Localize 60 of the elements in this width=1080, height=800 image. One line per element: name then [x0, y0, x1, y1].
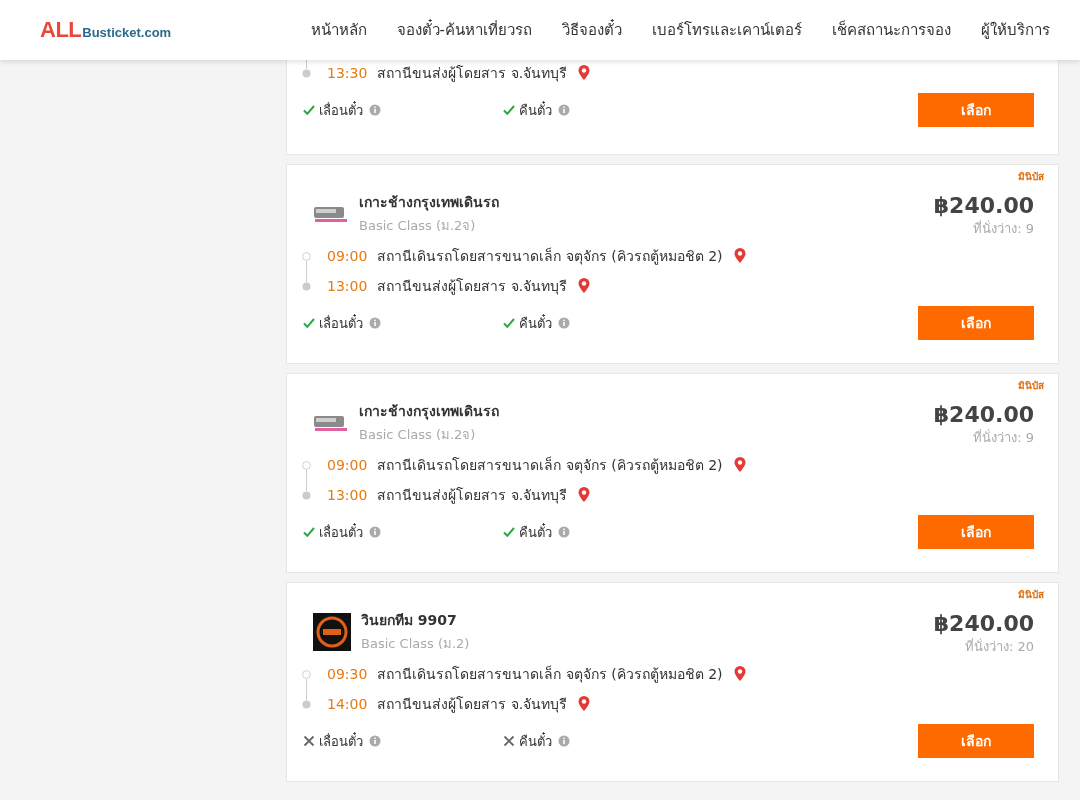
feature-label: คืนตั๋ว — [519, 731, 552, 751]
stop-place: สถานีขนส่งผู้โดยสาร จ.จันทบุรี — [377, 486, 568, 506]
bus-type-label: มินิบัส — [1018, 170, 1044, 184]
site-logo[interactable]: ALLBusticket.com — [40, 17, 172, 43]
operator-name: วินยกทีม 9907 — [361, 611, 458, 630]
feature-label: เลื่อนตั๋ว — [319, 100, 363, 120]
feature-label: คืนตั๋ว — [519, 313, 552, 333]
bus-class: Basic Class (ม.2) — [361, 635, 470, 653]
operator-name: เกาะช้างกรุงเทพเดินรถ — [359, 193, 499, 213]
seats-available: ที่นั่งว่าง: 9 — [973, 428, 1034, 447]
map-pin-icon[interactable] — [577, 277, 592, 295]
map-pin-icon[interactable] — [732, 665, 747, 683]
stop-time: 13:30 — [327, 65, 368, 81]
bus-type-label: มินิบัส — [1018, 588, 1044, 602]
info-icon[interactable] — [558, 735, 570, 747]
bus-class: Basic Class (ม.2จ) — [359, 426, 477, 444]
operator-name: เกาะช้างกรุงเทพเดินรถ — [359, 402, 499, 422]
bus-class: Basic Class (ม.2จ) — [359, 217, 477, 235]
stop-place: สถานีขนส่งผู้โดยสาร จ.จันทบุรี — [377, 277, 568, 297]
feature-label: เลื่อนตั๋ว — [319, 731, 363, 751]
nav-link[interactable]: หน้าหลัก — [310, 18, 367, 42]
nav-link[interactable]: เช็คสถานะการจอง — [832, 18, 951, 42]
stop-time: 09:00 — [327, 248, 368, 264]
nav-link[interactable]: วิธีจองตั๋ว — [562, 18, 622, 42]
map-pin-icon[interactable] — [577, 64, 592, 82]
stop-time: 09:00 — [327, 457, 368, 473]
stop-time: 14:00 — [327, 696, 368, 712]
feature-label: เลื่อนตั๋ว — [319, 313, 363, 333]
stop-place: สถานีขนส่งผู้โดยสาร จ.จันทบุรี — [377, 64, 568, 84]
nav-link[interactable]: ผู้ให้บริการ — [981, 18, 1050, 42]
price: ฿240.00 — [933, 402, 1034, 427]
stop-place: สถานีขนส่งผู้โดยสาร จ.จันทบุรี — [377, 695, 568, 715]
map-pin-icon[interactable] — [732, 456, 747, 474]
info-icon[interactable] — [558, 526, 570, 538]
nav-link[interactable]: จองตั๋ว-ค้นหาเที่ยวรถ — [396, 18, 532, 42]
feature-label: คืนตั๋ว — [519, 522, 552, 542]
seats-available: ที่นั่งว่าง: 20 — [964, 637, 1034, 656]
stop-time: 13:00 — [327, 487, 368, 503]
price: ฿240.00 — [933, 611, 1034, 636]
bus-type-label: มินิบัส — [1018, 379, 1044, 393]
price: ฿240.00 — [933, 193, 1034, 218]
info-icon[interactable] — [369, 526, 381, 538]
info-icon[interactable] — [369, 104, 381, 116]
info-icon[interactable] — [558, 104, 570, 116]
stop-place: สถานีเดินรถโดยสารขนาดเล็ก จตุจักร (คิวรถตู้หมอชิต 2) — [377, 664, 723, 685]
info-icon[interactable] — [558, 317, 570, 329]
stop-time: 09:30 — [327, 666, 368, 682]
feature-label: เลื่อนตั๋ว — [319, 522, 363, 542]
map-pin-icon[interactable] — [732, 247, 747, 265]
emblem-logo-icon — [313, 612, 351, 651]
stop-place: สถานีเดินรถโดยสารขนาดเล็ก จตุจักร (คิวรถตู้หมอชิต 2) — [377, 246, 723, 267]
map-pin-icon[interactable] — [577, 695, 592, 713]
feature-label: คืนตั๋ว — [519, 100, 552, 120]
stop-time: 13:00 — [327, 278, 368, 294]
nav-link[interactable]: เบอร์โทรและเคาน์เตอร์ — [652, 18, 802, 42]
info-icon[interactable] — [369, 735, 381, 747]
info-icon[interactable] — [369, 317, 381, 329]
stop-place: สถานีเดินรถโดยสารขนาดเล็ก จตุจักร (คิวรถตู้หมอชิต 2) — [377, 455, 723, 476]
map-pin-icon[interactable] — [577, 486, 592, 504]
seats-available: ที่นั่งว่าง: 9 — [973, 219, 1034, 238]
